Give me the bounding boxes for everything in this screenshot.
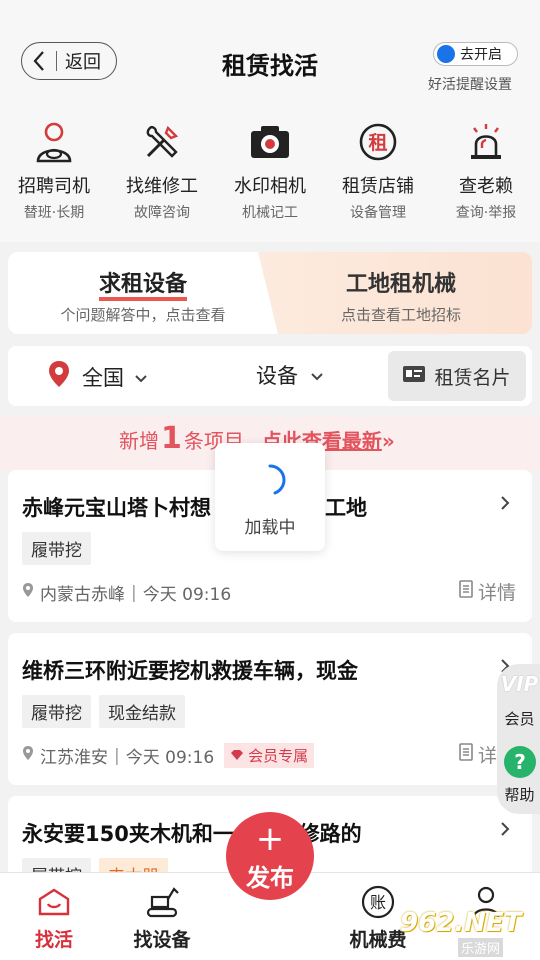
tab-title: 求租设备 (98, 272, 187, 301)
tag: 履带挖 (22, 532, 91, 565)
reminder-toggle[interactable]: 去开启 (433, 42, 518, 66)
header: 返回 租赁找活 去开启 好活提醒设置 (0, 34, 540, 106)
status-bar (0, 0, 540, 34)
listing-meta: 内蒙古赤峰 | 今天 09:16 (22, 580, 231, 605)
toggle-label: 去开启 (460, 47, 502, 63)
meta-separator: | (114, 745, 120, 766)
chevron-right-icon (500, 818, 510, 842)
tab-site-rental[interactable]: 工地租机械 点击查看工地招标 (270, 252, 532, 334)
tab-title: 工地租机械 (345, 272, 456, 297)
tab-sub: 点击查看工地招标 (340, 306, 461, 324)
publish-button[interactable]: + 发布 (226, 812, 314, 932)
driver-icon (32, 120, 76, 164)
tag: 现金结款 (99, 695, 185, 728)
listing-title: 维桥三环附近要挖机救援车辆，现金 (22, 659, 358, 683)
help-icon[interactable]: ? (504, 746, 536, 778)
listing-location: 内蒙古赤峰 (40, 585, 125, 605)
double-chevron-icon: » (381, 429, 395, 453)
filter-bar: 全国 设备 租赁名片 (8, 346, 532, 406)
listing-tags: 履带挖 现金结款 (22, 695, 185, 728)
detail-label: 详情 (477, 582, 516, 604)
region-label: 全国 (82, 365, 124, 390)
nav-find-work[interactable]: 找活 (4, 883, 104, 952)
equipment-label: 设备 (256, 364, 298, 388)
quick-links: 招聘司机 替班·长期 找维修工 故障咨询 水印相机 机械记工 租 租赁店铺 设备… (0, 106, 540, 242)
reminder-settings-link[interactable]: 好活提醒设置 (428, 74, 512, 94)
banner-count: 1 (161, 421, 182, 456)
alarm-icon (464, 120, 508, 164)
home-icon (4, 883, 104, 921)
quick-link-camera[interactable]: 水印相机 机械记工 (216, 106, 324, 242)
quick-link-title: 水印相机 (234, 176, 306, 197)
listing-time: 今天 09:16 (125, 748, 215, 768)
toggle-knob (437, 45, 455, 63)
category-tabs: 求租设备 个问题解答中，点击查看 工地租机械 点击查看工地招标 (8, 252, 532, 334)
quick-link-title: 租赁店铺 (342, 176, 414, 197)
store-icon: 租 (356, 120, 400, 164)
watermark-logo: 962.NET (400, 908, 522, 938)
quick-link-title: 招聘司机 (18, 176, 90, 197)
watermark-sub: 乐游网 (458, 938, 504, 957)
document-icon (459, 743, 473, 766)
vip-badge: 会员专属 (224, 743, 315, 768)
quick-link-title: 查老赖 (459, 176, 513, 197)
quick-link-store[interactable]: 租 租赁店铺 设备管理 (324, 106, 432, 242)
listing-title-tail: 工地 (325, 496, 367, 520)
quick-link-blacklist[interactable]: 查老赖 查询·举报 (432, 106, 540, 242)
tag: 履带挖 (22, 695, 91, 728)
listing-location: 江苏淮安 (40, 748, 108, 768)
help-button[interactable]: 帮助 (497, 784, 540, 805)
quick-link-sub: 机械记工 (242, 205, 298, 221)
listing-title: 赤峰元宝山塔卜村想 (22, 496, 211, 520)
diamond-icon (230, 747, 244, 765)
tools-icon (140, 120, 184, 164)
quick-link-driver[interactable]: 招聘司机 替班·长期 (0, 106, 108, 242)
id-card-icon (403, 365, 426, 387)
listing-tags: 履带挖 (22, 532, 91, 565)
listing-time: 今天 09:16 (142, 585, 232, 605)
quick-link-sub: 替班·长期 (23, 205, 85, 221)
rental-card-label: 租赁名片 (434, 366, 511, 389)
spinner-icon (268, 464, 286, 495)
loading-toast: 加载中 (215, 443, 325, 551)
side-float-panel: VIP 会员 ? 帮助 (497, 664, 540, 814)
quick-link-repair[interactable]: 找维修工 故障咨询 (108, 106, 216, 242)
vip-icon[interactable]: VIP (497, 672, 540, 696)
member-button[interactable]: 会员 (497, 708, 540, 729)
quick-link-title: 找维修工 (126, 176, 198, 197)
camera-icon (248, 120, 292, 164)
equipment-filter[interactable]: 设备 (256, 360, 324, 390)
quick-link-sub: 查询·举报 (455, 205, 517, 221)
quick-link-sub: 设备管理 (350, 205, 406, 221)
listing-meta: 江苏淮安 | 今天 09:16 会员专属 (22, 743, 315, 768)
svg-text:账: 账 (370, 893, 386, 912)
excavator-icon (112, 883, 212, 921)
tab-rent-equipment[interactable]: 求租设备 个问题解答中，点击查看 (8, 252, 278, 334)
loading-label: 加载中 (244, 518, 296, 538)
store-icon-char: 租 (368, 132, 387, 154)
nav-find-equipment[interactable]: 找设备 (112, 883, 212, 952)
nav-label: 找活 (34, 929, 73, 951)
location-pin-icon (22, 582, 34, 603)
vip-badge-label: 会员专属 (248, 747, 309, 765)
publish-label: 发布 (246, 864, 294, 892)
location-pin-icon (48, 360, 70, 393)
quick-link-sub: 故障咨询 (134, 205, 190, 221)
chevron-down-icon (134, 365, 148, 389)
document-icon (459, 580, 473, 603)
region-filter[interactable]: 全国 (48, 360, 148, 393)
meta-separator: | (131, 582, 137, 603)
location-pin-icon (22, 745, 34, 766)
tab-sub: 个问题解答中，点击查看 (60, 306, 226, 324)
chevron-down-icon (310, 363, 324, 387)
nav-label: 找设备 (133, 929, 191, 951)
plus-icon: + (255, 819, 285, 859)
listing-card[interactable]: 维桥三环附近要挖机救援车辆，现金 履带挖 现金结款 江苏淮安 | 今天 09:1… (8, 633, 532, 785)
chevron-right-icon (500, 492, 510, 516)
watermark: 962.NET 乐游网 (400, 908, 540, 958)
detail-link[interactable]: 详情 (459, 578, 516, 605)
rental-card-button[interactable]: 租赁名片 (388, 351, 526, 401)
banner-prefix: 新增 (119, 429, 159, 453)
